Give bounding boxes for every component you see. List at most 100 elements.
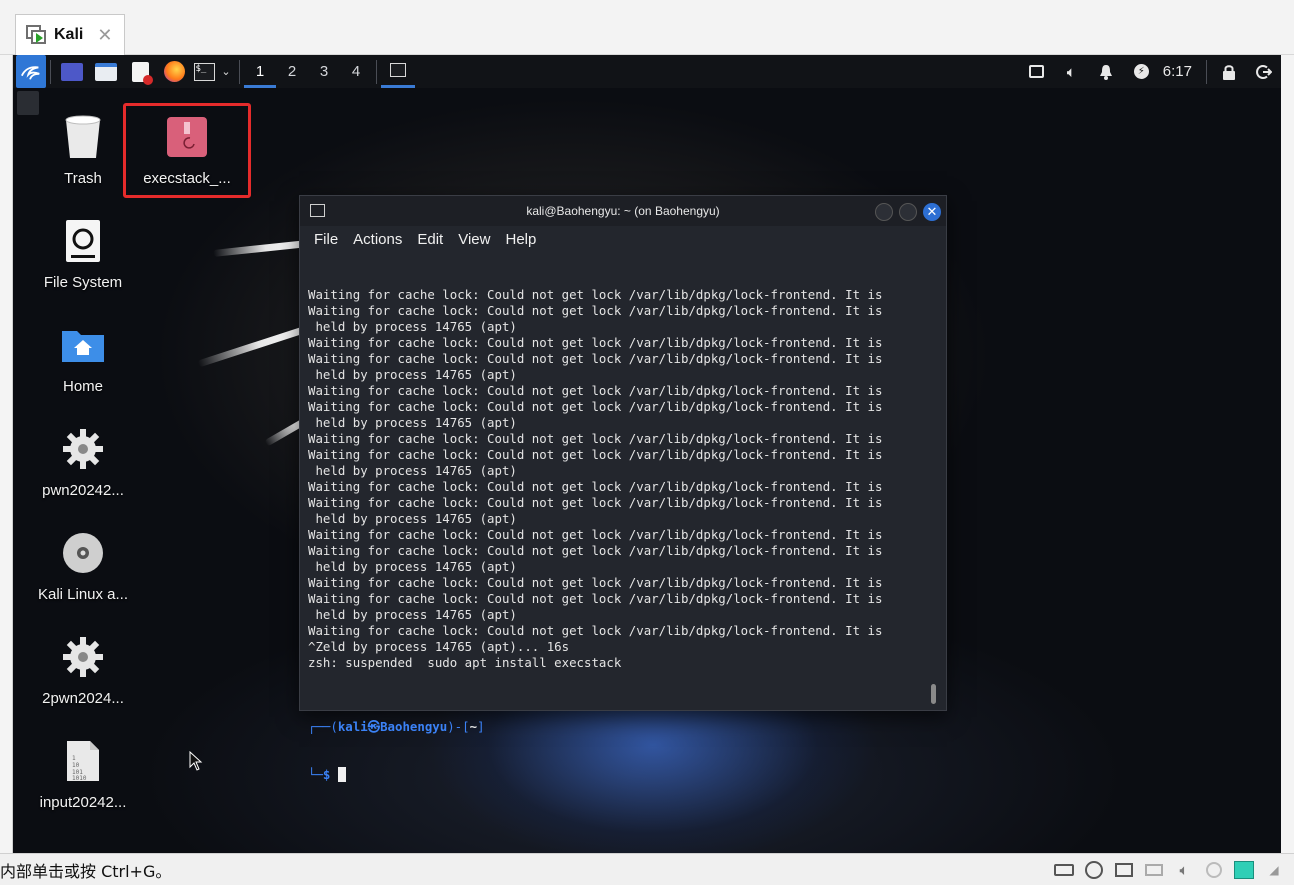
terminal-line: held by process 14765 (apt) xyxy=(308,463,517,478)
terminal-line: zsh: suspended sudo apt install execstac… xyxy=(308,655,622,670)
logout-icon[interactable] xyxy=(1246,55,1281,88)
menu-help[interactable]: Help xyxy=(505,231,536,248)
home-folder-icon xyxy=(58,320,108,370)
terminal-line: Waiting for cache lock: Could not get lo… xyxy=(308,447,883,462)
terminal-line: ^Zeld by process 14765 (apt)... 16s xyxy=(308,639,570,654)
terminal-title: kali@Baohengyu: ~ (on Baohengyu) xyxy=(526,204,720,218)
menu-view[interactable]: View xyxy=(458,231,490,248)
desktop-icon-kali-iso[interactable]: Kali Linux a... xyxy=(28,528,138,603)
kali-dragon-icon xyxy=(21,65,40,80)
terminal-line: ​ xyxy=(308,671,946,687)
terminal-output[interactable]: Waiting for cache lock: Could not get lo… xyxy=(300,252,946,815)
debian-package-icon xyxy=(162,112,212,162)
firefox-icon[interactable] xyxy=(157,55,191,88)
terminal-line: Waiting for cache lock: Could not get lo… xyxy=(308,623,883,638)
text-editor-icon[interactable] xyxy=(123,55,157,88)
kali-menu-button[interactable] xyxy=(16,55,46,88)
lock-icon[interactable] xyxy=(1211,55,1246,88)
workspace-switcher-app-icon[interactable] xyxy=(55,55,89,88)
menu-file[interactable]: File xyxy=(314,231,338,248)
gear-icon xyxy=(58,424,108,474)
drive-icon xyxy=(58,216,108,266)
terminal-line: Waiting for cache lock: Could not get lo… xyxy=(308,303,883,318)
resize-grip-icon[interactable]: ◢ xyxy=(1262,859,1286,881)
terminal-line: Waiting for cache lock: Could not get lo… xyxy=(308,527,883,542)
terminal-line: held by process 14765 (apt) xyxy=(308,607,517,622)
svg-text:1: 1 xyxy=(72,755,76,762)
terminal-line: Waiting for cache lock: Could not get lo… xyxy=(308,351,883,366)
wallpaper-spike xyxy=(197,325,310,368)
taskbar-terminal-window[interactable] xyxy=(381,55,415,88)
minimize-button[interactable] xyxy=(875,203,893,221)
desktop-icon-trash[interactable]: Trash xyxy=(28,112,138,187)
workspace-3[interactable]: 3 xyxy=(308,55,340,88)
terminal-line: Waiting for cache lock: Could not get lo… xyxy=(308,383,883,398)
kali-top-panel: $_ ⌄ 1 2 3 4 🔈︎ ⚡︎ 6:17 xyxy=(13,55,1281,88)
status-message: 内部单击或按 Ctrl+G。 xyxy=(0,861,172,881)
host-tab-bar: Kali ✕ xyxy=(0,0,1294,55)
terminal-line: held by process 14765 (apt) xyxy=(308,319,517,334)
network-icon[interactable] xyxy=(1112,859,1136,881)
chevron-down-icon[interactable]: ⌄ xyxy=(217,55,235,88)
text-cursor xyxy=(337,767,346,782)
terminal-line: held by process 14765 (apt) xyxy=(308,511,517,526)
svg-text:10: 10 xyxy=(72,762,80,769)
vm-icon xyxy=(26,25,48,45)
binary-file-icon: 1 10 101 1010 xyxy=(58,736,108,786)
desktop-icon-input-file[interactable]: 1 10 101 1010 input20242... xyxy=(28,736,138,811)
terminal-line: held by process 14765 (apt) xyxy=(308,367,517,382)
hard-disk-icon[interactable] xyxy=(1052,859,1076,881)
display-icon[interactable] xyxy=(1019,55,1054,88)
gear-icon xyxy=(58,632,108,682)
menu-edit[interactable]: Edit xyxy=(417,231,443,248)
terminal-line: Waiting for cache lock: Could not get lo… xyxy=(308,543,883,558)
vm-tab-kali[interactable]: Kali ✕ xyxy=(15,14,125,55)
host-status-bar: 内部单击或按 Ctrl+G。 🔈︎ ◢ xyxy=(0,853,1294,885)
terminal-icon xyxy=(310,204,325,217)
desktop-icon-file-system[interactable]: File System xyxy=(28,216,138,291)
host-left-sidebar xyxy=(0,55,13,853)
desktop-icon-2pwn-file[interactable]: 2pwn2024... xyxy=(28,632,138,707)
terminal-line: Waiting for cache lock: Could not get lo… xyxy=(308,575,883,590)
maximize-button[interactable] xyxy=(899,203,917,221)
prompt-line-1: ┌──(kali㉿Baohengyu)-[~] xyxy=(308,719,485,734)
notification-bell-icon[interactable] xyxy=(1089,55,1124,88)
mouse-pointer-icon xyxy=(189,751,203,771)
prompt-line-2: └─$ xyxy=(308,767,946,783)
disc-icon xyxy=(58,528,108,578)
sound-icon[interactable]: 🔈︎ xyxy=(1172,859,1196,881)
terminal-line: Waiting for cache lock: Could not get lo… xyxy=(308,287,883,302)
terminal-line: Waiting for cache lock: Could not get lo… xyxy=(308,591,883,606)
volume-icon[interactable]: 🔈︎ xyxy=(1054,55,1089,88)
cd-drive-icon[interactable] xyxy=(1082,859,1106,881)
workspace-2[interactable]: 2 xyxy=(276,55,308,88)
host-right-edge xyxy=(1281,55,1294,853)
workspace-4[interactable]: 4 xyxy=(340,55,372,88)
terminal-line: Waiting for cache lock: Could not get lo… xyxy=(308,399,883,414)
desktop-icon-pwn-file[interactable]: pwn20242... xyxy=(28,424,138,499)
vm-tab-title: Kali xyxy=(54,26,84,43)
terminal-window[interactable]: kali@Baohengyu: ~ (on Baohengyu) ✕ File … xyxy=(299,195,947,782)
terminal-line: Waiting for cache lock: Could not get lo… xyxy=(308,335,883,350)
desktop-icon-home[interactable]: Home xyxy=(28,320,138,395)
close-icon[interactable]: ✕ xyxy=(97,25,112,46)
terminal-line: Waiting for cache lock: Could not get lo… xyxy=(308,431,883,446)
terminal-scrollbar[interactable] xyxy=(931,684,936,704)
workspace-1[interactable]: 1 xyxy=(244,55,276,88)
power-manager-icon[interactable]: ⚡︎ xyxy=(1124,55,1159,88)
printer-icon[interactable] xyxy=(1142,859,1166,881)
close-button[interactable]: ✕ xyxy=(923,203,941,221)
terminal-menubar: File Actions Edit View Help xyxy=(300,226,946,252)
wallpaper-spike xyxy=(213,240,309,257)
svg-text:1010: 1010 xyxy=(72,775,87,782)
notes-icon[interactable] xyxy=(1232,859,1256,881)
file-manager-icon[interactable] xyxy=(89,55,123,88)
desktop-icon-execstack-deb[interactable]: execstack_... xyxy=(132,112,242,187)
terminal-launcher-icon[interactable]: $_ xyxy=(191,55,217,88)
terminal-line: Waiting for cache lock: Could not get lo… xyxy=(308,479,883,494)
guest-desktop[interactable]: $_ ⌄ 1 2 3 4 🔈︎ ⚡︎ 6:17 Trash execstack_… xyxy=(13,55,1281,853)
terminal-titlebar[interactable]: kali@Baohengyu: ~ (on Baohengyu) ✕ xyxy=(300,196,946,226)
panel-clock[interactable]: 6:17 xyxy=(1159,63,1202,80)
menu-actions[interactable]: Actions xyxy=(353,231,402,248)
usb-icon[interactable] xyxy=(1202,859,1226,881)
